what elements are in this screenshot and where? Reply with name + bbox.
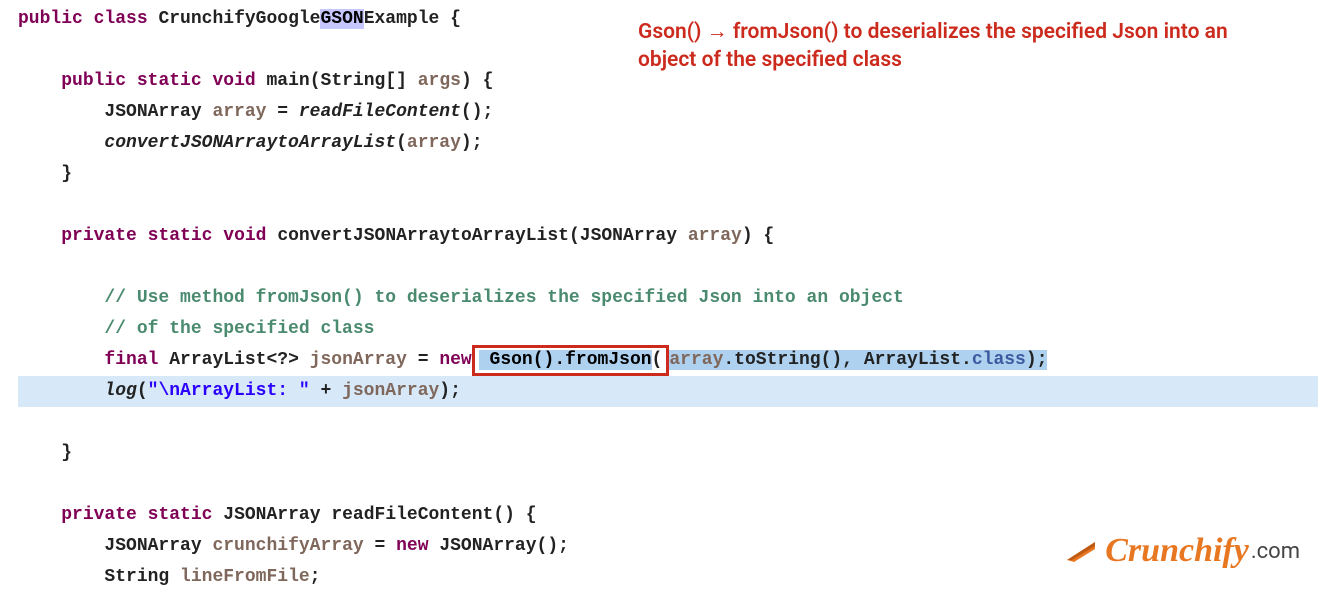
end: );: [1026, 350, 1048, 370]
kw-void: void: [212, 71, 255, 91]
arg-array: array: [688, 226, 742, 246]
class-name-b: Example: [364, 9, 440, 29]
end: );: [439, 381, 461, 401]
end: () {: [493, 505, 536, 525]
fn-readfile: readFileContent: [331, 505, 493, 525]
close: );: [461, 133, 483, 153]
call-jsonarray: JSONArray();: [439, 536, 569, 556]
arg-array: array: [407, 133, 461, 153]
arg-args: args: [418, 71, 461, 91]
type-jsonarray: JSONArray: [104, 102, 201, 122]
sig: (String[]: [310, 71, 418, 91]
crunchify-icon: [1065, 538, 1099, 564]
call-log: log: [104, 381, 136, 401]
call-convert: convertJSONArraytoArrayList: [104, 133, 396, 153]
eq: =: [266, 102, 298, 122]
var-jsonarray: jsonArray: [342, 381, 439, 401]
type-jsonarray: JSONArray: [104, 536, 201, 556]
comment-1: // Use method fromJson() to deserializes…: [104, 288, 903, 308]
highlighted-box: Gson().fromJson(: [472, 345, 670, 376]
open: (: [137, 381, 148, 401]
end: ) {: [461, 71, 493, 91]
annotation-callout: Gson() → fromJson() to deserializes the …: [638, 18, 1278, 74]
kw-static: static: [137, 71, 202, 91]
type-arraylist: ArrayList<?>: [169, 350, 299, 370]
var-crunchifyarray: crunchifyArray: [212, 536, 363, 556]
type-jsonarray: JSONArray: [223, 505, 320, 525]
brace: }: [61, 443, 72, 463]
eq: =: [364, 536, 396, 556]
end: ) {: [742, 226, 774, 246]
kw-public: public: [61, 71, 126, 91]
logo-suffix: .com: [1251, 539, 1300, 564]
plus: +: [310, 381, 342, 401]
end: ;: [310, 567, 321, 587]
comment-2: // of the specified class: [104, 319, 374, 339]
kw-void: void: [223, 226, 266, 246]
kw-static: static: [148, 505, 213, 525]
fn-main: main: [267, 71, 310, 91]
brace: {: [439, 9, 461, 29]
selected-word-gson: GSON: [320, 9, 363, 29]
fld-class: class: [972, 350, 1026, 370]
call-readfile: readFileContent: [299, 102, 461, 122]
brace: }: [61, 164, 72, 184]
arg-array: array: [669, 350, 723, 370]
string-lit: "\nArrayList: ": [148, 381, 310, 401]
kw-private: private: [61, 505, 137, 525]
var-array: array: [212, 102, 266, 122]
open: (: [396, 133, 407, 153]
type-jsonarray: JSONArray: [580, 226, 677, 246]
eq: =: [407, 350, 439, 370]
kw-private: private: [61, 226, 137, 246]
kw-final: final: [104, 350, 158, 370]
var-jsonarray: jsonArray: [310, 350, 407, 370]
kw-new: new: [439, 350, 471, 370]
par: ();: [461, 102, 493, 122]
class-name-a: CrunchifyGoogle: [158, 9, 320, 29]
type-string: String: [104, 567, 169, 587]
kw-public: public: [18, 9, 83, 29]
kw-class: class: [94, 9, 148, 29]
var-linefromfile: lineFromFile: [180, 567, 310, 587]
kw-static: static: [148, 226, 213, 246]
m1: .toString(),: [723, 350, 863, 370]
fn-convert: convertJSONArraytoArrayList: [277, 226, 569, 246]
gson-fromjson-sel: Gson().fromJson: [479, 350, 652, 370]
type-arraylist2: ArrayList.: [864, 350, 972, 370]
logo-brand: Crunchify: [1105, 532, 1249, 570]
open: (: [569, 226, 580, 246]
code-block: public class CrunchifyGoogleGSONExample …: [18, 4, 1047, 593]
kw-new: new: [396, 536, 428, 556]
crunchify-logo: Crunchify.com: [1065, 532, 1300, 570]
